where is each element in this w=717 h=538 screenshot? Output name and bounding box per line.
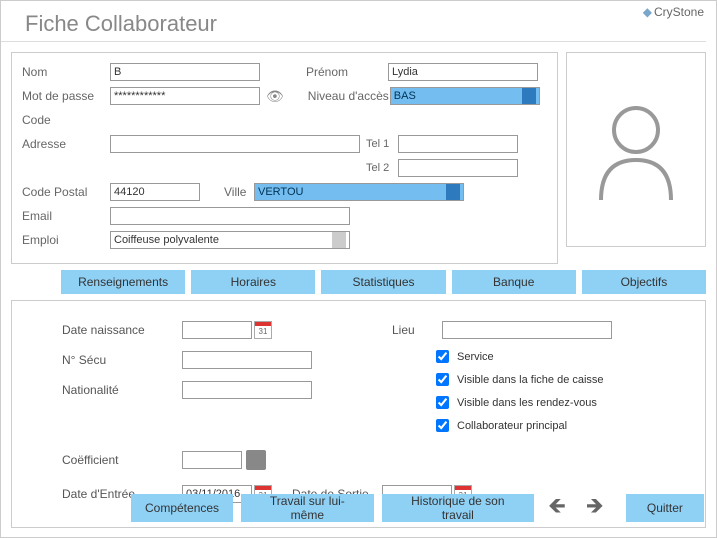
tel1-input[interactable] <box>398 135 518 153</box>
calculator-icon[interactable] <box>246 450 266 470</box>
ville-label: Ville <box>224 185 254 199</box>
tel2-label: Tel 2 <box>366 162 398 174</box>
mdp-label: Mot de passe <box>22 89 110 103</box>
adresse-input[interactable] <box>110 135 360 153</box>
adresse-label: Adresse <box>22 137 110 151</box>
email-input[interactable] <box>110 207 350 225</box>
app-window: ◆CryStone Fiche Collaborateur Nom Prénom… <box>0 0 717 538</box>
nationalite-label: Nationalité <box>62 383 182 397</box>
lieu-label: Lieu <box>392 323 442 337</box>
chk-service[interactable]: Service <box>432 347 604 366</box>
tab-objectifs[interactable]: Objectifs <box>582 270 706 294</box>
niveau-select[interactable]: BAS <box>390 87 540 105</box>
photo-panel[interactable] <box>566 52 706 247</box>
date-naissance-label: Date naissance <box>62 323 182 337</box>
nationalite-input[interactable] <box>182 381 312 399</box>
tel2-input[interactable] <box>398 159 518 177</box>
tab-renseignements[interactable]: Renseignements <box>61 270 185 294</box>
brand-icon: ◆ <box>643 5 652 19</box>
code-label: Code <box>22 113 110 127</box>
tabs: Renseignements Horaires Statistiques Ban… <box>1 264 716 294</box>
form-panel: Nom Prénom Mot de passe 👁 Niveau d'accès… <box>11 52 558 264</box>
avatar-icon <box>586 95 686 205</box>
coef-input[interactable] <box>182 451 242 469</box>
email-label: Email <box>22 209 110 223</box>
emploi-label: Emploi <box>22 233 110 247</box>
competences-button[interactable]: Compétences <box>131 494 233 522</box>
date-naissance-input[interactable] <box>182 321 252 339</box>
secu-input[interactable] <box>182 351 312 369</box>
nom-input[interactable] <box>110 63 260 81</box>
brand-label: ◆CryStone <box>643 5 704 19</box>
chevron-down-icon <box>522 88 536 104</box>
prenom-input[interactable] <box>388 63 538 81</box>
prev-arrow-icon[interactable]: 🡸 <box>542 489 572 527</box>
niveau-label: Niveau d'accès <box>302 89 390 103</box>
cp-label: Code Postal <box>22 185 110 199</box>
emploi-select[interactable]: Coiffeuse polyvalente <box>110 231 350 249</box>
coef-label: Coëfficient <box>62 453 182 467</box>
chevron-down-icon <box>446 184 460 200</box>
page-title: Fiche Collaborateur <box>1 1 706 42</box>
historique-button[interactable]: Historique de son travail <box>382 494 534 522</box>
chk-caisse[interactable]: Visible dans la fiche de caisse <box>432 370 604 389</box>
chevron-down-icon <box>332 232 346 248</box>
tab-horaires[interactable]: Horaires <box>191 270 315 294</box>
tab-banque[interactable]: Banque <box>452 270 576 294</box>
footer: Compétences Travail sur lui-même Histori… <box>1 489 716 527</box>
tab-statistiques[interactable]: Statistiques <box>321 270 445 294</box>
chk-rdv[interactable]: Visible dans les rendez-vous <box>432 393 604 412</box>
calendar-icon[interactable]: 31 <box>254 321 272 339</box>
tel1-label: Tel 1 <box>366 138 398 150</box>
prenom-label: Prénom <box>300 65 388 79</box>
lieu-input[interactable] <box>442 321 612 339</box>
chk-principal[interactable]: Collaborateur principal <box>432 416 604 435</box>
travail-button[interactable]: Travail sur lui-même <box>241 494 374 522</box>
nom-label: Nom <box>22 65 110 79</box>
secu-label: N° Sécu <box>62 353 182 367</box>
mdp-input[interactable] <box>110 87 260 105</box>
next-arrow-icon[interactable]: 🡺 <box>580 489 610 527</box>
quitter-button[interactable]: Quitter <box>626 494 704 522</box>
eye-icon[interactable]: 👁 <box>266 88 284 105</box>
cp-input[interactable] <box>110 183 200 201</box>
ville-select[interactable]: VERTOU <box>254 183 464 201</box>
